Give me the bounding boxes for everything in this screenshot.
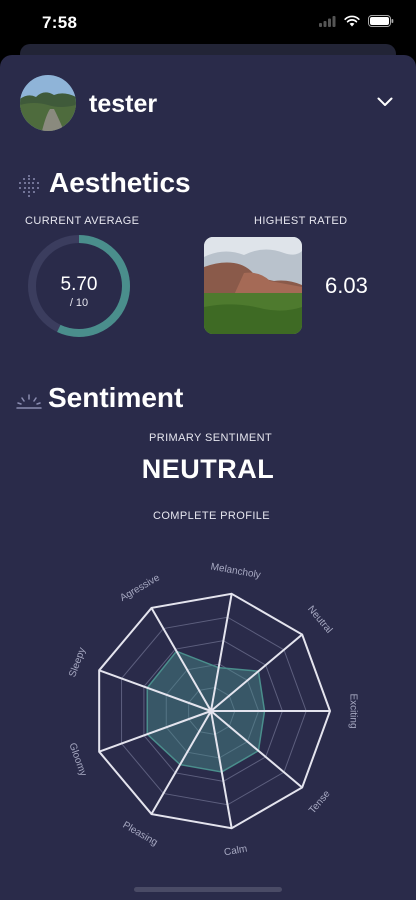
aesthetics-title: Aesthetics <box>49 167 191 198</box>
radar-axis-label: Sleepy <box>67 646 88 678</box>
sunrise-icon <box>16 394 42 409</box>
radar-axis-label: Neutral <box>305 604 334 636</box>
home-indicator <box>134 887 282 892</box>
radar-axis-label: Melancholy <box>210 561 262 581</box>
battery-icon <box>368 15 394 27</box>
highest-rated-label: HIGHEST RATED <box>254 215 348 227</box>
signal-icon <box>319 15 336 27</box>
sentiment-title: Sentiment <box>48 382 184 413</box>
sentiment-radar-chart: Melancholy Neutral Exciting Tense Calm Pleasi… <box>66 561 358 859</box>
current-average-label: CURRENT AVERAGE <box>25 215 140 227</box>
highest-rated-photo[interactable] <box>204 237 302 334</box>
radar-axis-label: Agressive <box>118 572 162 604</box>
status-time: 7:58 <box>42 13 78 32</box>
radar-axis-label: Exciting <box>347 693 358 728</box>
aesthetics-dots-icon <box>19 175 39 197</box>
highest-rated-value: 6.03 <box>325 273 368 298</box>
radar-axis-label: Pleasing <box>121 820 160 849</box>
status-icons <box>319 15 394 27</box>
current-average-scale: / 10 <box>69 297 89 309</box>
current-average-value: 5.70 <box>60 274 98 295</box>
radar-axis-label: Tense <box>307 788 333 816</box>
status-bar: 7:58 <box>0 0 416 46</box>
avatar[interactable] <box>20 75 76 131</box>
username: tester <box>89 90 158 118</box>
primary-sentiment-value: NEUTRAL <box>141 454 275 484</box>
radar-axis-label: Gloomy <box>66 742 88 778</box>
radar-axis-label: Calm <box>223 844 248 859</box>
primary-sentiment-label: PRIMARY SENTIMENT <box>149 432 273 444</box>
chevron-down-icon[interactable] <box>377 97 393 107</box>
wifi-icon <box>344 15 360 27</box>
